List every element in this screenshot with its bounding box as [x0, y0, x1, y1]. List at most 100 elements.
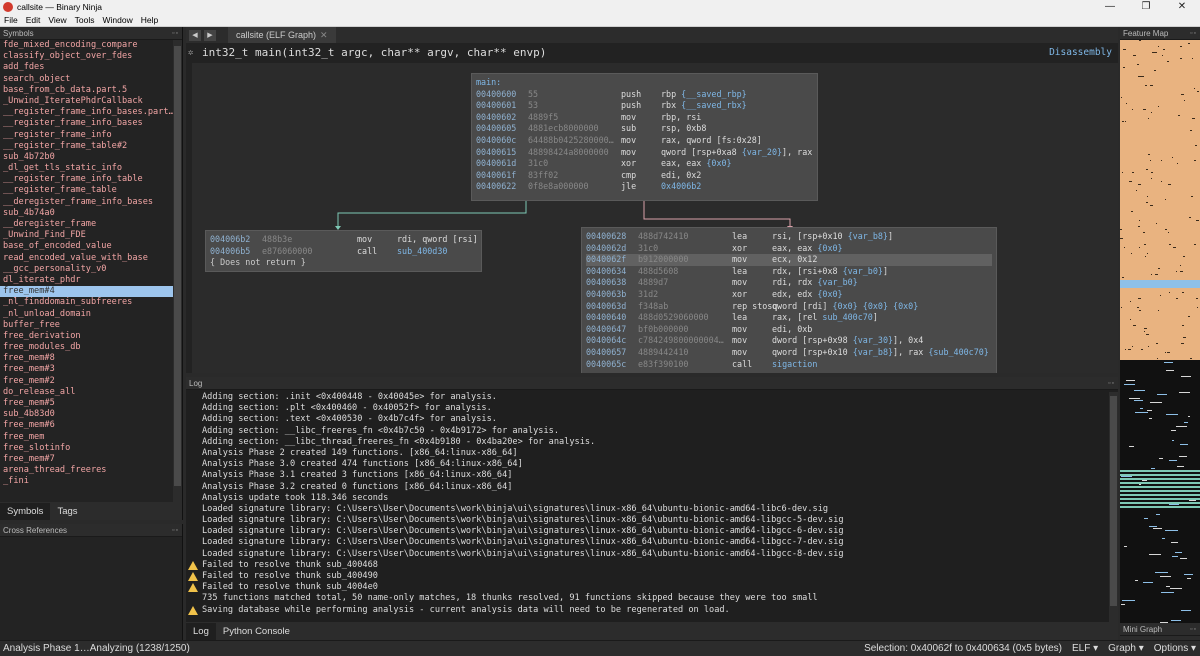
symbol-item[interactable]: free_derivation [0, 331, 173, 342]
instruction-line[interactable]: 00400615 48898424a8000000 mov qword [rsp+0x… [476, 147, 813, 159]
symbol-item[interactable]: __register_frame_info_bases [0, 118, 173, 129]
symbol-item[interactable]: arena_thread_freeres [0, 465, 173, 476]
symbol-item[interactable]: buffer_free [0, 320, 173, 331]
graph-view[interactable]: ✲ int32_t main(int32_t argc, char** argv… [186, 43, 1118, 373]
instruction-line[interactable]: 00400605 4881ecb8000000 sub rsp, 0xb8 [476, 123, 813, 135]
instruction-line[interactable]: 00400647 bf0b000000 mov edi, 0xb [586, 324, 992, 336]
instruction-line[interactable]: 004006b5 e876060000 call sub_400d30 [210, 246, 477, 258]
instruction-line[interactable]: 0040064c c784249800000004… mov dword [rsp+0… [586, 335, 992, 347]
operand-token[interactable]: {sub_400c70} [928, 347, 989, 357]
instruction-line[interactable]: 00400600 55 push rbp {__saved_rbp} [476, 89, 813, 101]
scrollbar-thumb[interactable] [174, 46, 181, 486]
menu-edit[interactable]: Edit [22, 15, 45, 25]
symbol-item[interactable]: __register_frame_table [0, 185, 173, 196]
instruction-line[interactable]: 00400622 0f8e8a000000 jle 0x4006b2 [476, 181, 813, 193]
operand-token[interactable]: {var_b8} [853, 347, 893, 357]
symbol-item[interactable]: dl_iterate_phdr [0, 275, 173, 286]
symbol-item[interactable]: add_fdes [0, 62, 173, 73]
symbol-item[interactable]: free_mem#6 [0, 420, 173, 431]
instruction-line[interactable]: 0040062f b912000000 mov ecx, 0x12 [586, 254, 992, 266]
instruction-line[interactable]: 0040063b 31d2 xor edx, edx {0x0} [586, 289, 992, 301]
maximize-button[interactable]: ❐ [1128, 0, 1164, 14]
symbol-item[interactable]: _Unwind_Find_FDE [0, 230, 173, 241]
symbol-item[interactable]: __deregister_frame [0, 219, 173, 230]
symbol-item[interactable]: free_slotinfo [0, 443, 173, 454]
symbol-list-scrollbar[interactable] [173, 40, 182, 502]
platform-dropdown[interactable]: ELF ▾ [1072, 643, 1098, 654]
operand-token[interactable]: {__saved_rbp} [681, 89, 747, 99]
menu-window[interactable]: Window [98, 15, 136, 25]
operand-token[interactable]: {var_b8} [848, 231, 888, 241]
instruction-line[interactable]: 0040062d 31c0 xor eax, eax {0x0} [586, 243, 992, 255]
symbol-item[interactable]: fde_mixed_encoding_compare [0, 40, 173, 51]
operand-token[interactable]: {0x0} [833, 301, 858, 311]
instruction-line[interactable]: 0040063d f348ab rep stosq qword [rdi] {0x0}… [586, 301, 992, 313]
tab-python-console[interactable]: Python Console [216, 626, 297, 637]
basic-block-main-body[interactable]: 00400628 488d742410 lea rsi, [rsp+0x10 {var… [581, 227, 997, 373]
panel-float-close-icon[interactable]: ▫▫ [1190, 27, 1197, 40]
operand-token[interactable]: {0x0} [863, 301, 888, 311]
feature-map-canvas[interactable] [1120, 40, 1200, 623]
operand-token[interactable]: sub_400c70 [822, 312, 872, 322]
symbol-item[interactable]: search_object [0, 74, 173, 85]
operand-token[interactable]: {0x0} [817, 243, 842, 253]
symbol-item[interactable]: _Unwind_IteratePhdrCallback [0, 96, 173, 107]
instruction-line[interactable]: 00400628 488d742410 lea rsi, [rsp+0x10 {var… [586, 231, 992, 243]
log-scrollbar[interactable] [1109, 392, 1118, 622]
instruction-line[interactable]: 00400601 53 push rbx {__saved_rbx} [476, 100, 813, 112]
operand-token[interactable]: {0x0} [817, 289, 842, 299]
symbol-item[interactable]: _nl_finddomain_subfreeres [0, 297, 173, 308]
menu-view[interactable]: View [44, 15, 70, 25]
menu-file[interactable]: File [0, 15, 22, 25]
symbol-item[interactable]: __register_frame_info_table [0, 174, 173, 185]
operand-token[interactable]: {var_b0} [843, 266, 883, 276]
instruction-line[interactable]: 0040061f 83ff02 cmp edi, 0x2 [476, 170, 813, 182]
symbol-item[interactable]: __register_frame_info [0, 130, 173, 141]
tab-symbols[interactable]: Symbols [0, 502, 51, 520]
options-dropdown[interactable]: Options ▾ [1154, 643, 1196, 654]
panel-float-close-icon[interactable]: ▫▫ [172, 27, 179, 40]
operand-token[interactable]: {__saved_rbx} [681, 100, 747, 110]
symbol-item[interactable]: __register_frame_info_bases.part… [0, 107, 173, 118]
tab-tags[interactable]: Tags [50, 506, 84, 517]
symbol-item[interactable]: sub_4b83d0 [0, 409, 173, 420]
back-arrow-icon[interactable]: ◀ [189, 29, 201, 41]
operand-token[interactable]: {0x0} [893, 301, 918, 311]
symbol-item[interactable]: sub_4b72b0 [0, 152, 173, 163]
operand-token[interactable]: sigaction [772, 359, 817, 369]
symbol-item[interactable]: base_from_cb_data.part.5 [0, 85, 173, 96]
panel-float-close-icon[interactable]: ▫▫ [172, 524, 179, 537]
instruction-line[interactable]: 0040065c e83f390100 call sigaction [586, 359, 992, 371]
instruction-line[interactable]: 00400634 488d5608 lea rdx, [rsi+0x8 {var_b0… [586, 266, 992, 278]
instruction-line[interactable]: 00400640 488d0529060000 lea rax, [rel sub_4… [586, 312, 992, 324]
instruction-line[interactable]: 0040061d 31c0 xor eax, eax {0x0} [476, 158, 813, 170]
minimize-button[interactable]: — [1092, 0, 1128, 14]
symbol-item[interactable]: _dl_get_tls_static_info [0, 163, 173, 174]
close-tab-icon[interactable]: ✕ [320, 30, 328, 40]
close-button[interactable]: ✕ [1164, 0, 1200, 14]
operand-token[interactable]: {var_30} [853, 335, 893, 345]
operand-token[interactable]: sub_400d30 [397, 246, 447, 256]
instruction-line[interactable]: 00400638 4889d7 mov rdi, rdx {var_b0} [586, 277, 992, 289]
operand-token[interactable]: {var_b0} [817, 277, 857, 287]
symbol-item[interactable]: free_mem#7 [0, 454, 173, 465]
operand-token[interactable]: {var_20} [742, 147, 782, 157]
symbol-item[interactable]: read_encoded_value_with_base [0, 253, 173, 264]
operand-token[interactable]: 0x4006b2 [661, 181, 701, 191]
basic-block-no-return[interactable]: 004006b2 488b3e mov rdi, qword [rsi] 004006b… [205, 230, 482, 272]
panel-float-close-icon[interactable]: ▫▫ [1108, 377, 1115, 390]
symbol-item[interactable]: _nl_unload_domain [0, 309, 173, 320]
symbol-item[interactable]: _fini [0, 476, 173, 487]
instruction-line[interactable]: 00400602 4889f5 mov rbp, rsi [476, 112, 813, 124]
symbol-item[interactable]: free_mem#8 [0, 353, 173, 364]
symbol-item[interactable]: free_mem#2 [0, 376, 173, 387]
symbol-item[interactable]: free_mem#3 [0, 364, 173, 375]
symbol-item[interactable]: __gcc_personality_v0 [0, 264, 173, 275]
tab-callsite[interactable]: callsite (ELF Graph) ✕ [228, 27, 336, 43]
menu-tools[interactable]: Tools [71, 15, 99, 25]
instruction-line[interactable]: 00400657 4889442410 mov qword [rsp+0x10 {va… [586, 347, 992, 359]
symbol-item[interactable]: free_mem#5 [0, 398, 173, 409]
operand-token[interactable]: {0x0} [706, 158, 731, 168]
tab-log[interactable]: Log [186, 622, 216, 640]
basic-block-main[interactable]: main: 00400600 55 push rbp {__saved_rbp} 004… [471, 73, 818, 201]
